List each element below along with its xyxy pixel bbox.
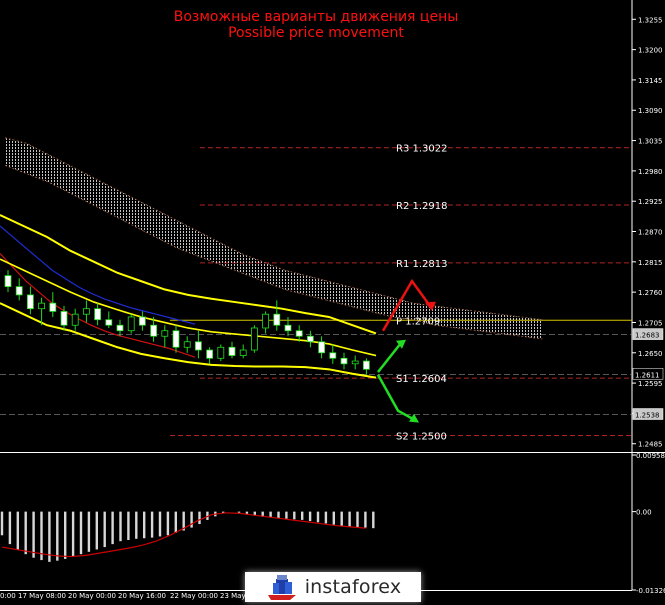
- candle-body: [194, 341, 202, 351]
- price-tick-label: 1.2980: [638, 168, 663, 176]
- candle-body: [71, 313, 79, 326]
- candle-body: [150, 324, 158, 337]
- price-tick-label: 1.2650: [638, 350, 663, 358]
- logo-text: instaforex: [304, 576, 402, 598]
- candle-body: [284, 324, 292, 332]
- price-tick-label: 1.3035: [638, 138, 663, 146]
- candle-body: [228, 346, 236, 356]
- candle-body: [250, 327, 258, 351]
- price-tick-label: 1.2485: [638, 441, 663, 449]
- scenario-arrow-green-up: [377, 340, 403, 373]
- price-tag-label: 1.2538: [635, 412, 660, 420]
- ichimoku-span-a: [4, 137, 543, 321]
- time-label: 20 May 16:00: [118, 592, 166, 600]
- level-label-r1: R1 1.2813: [396, 259, 447, 270]
- candle-body: [329, 352, 337, 359]
- candle-body: [4, 275, 12, 288]
- candle-body: [273, 313, 281, 326]
- candle-body: [26, 294, 34, 310]
- price-chart: 1.3255 1.3200 1.3145 1.3090 1.3035 1.2980 1.29…: [0, 0, 665, 600]
- instaforex-logo-icon: [267, 575, 296, 600]
- candle-body: [217, 346, 225, 359]
- macd-tick-label: -0.01326: [636, 587, 665, 595]
- price-tag-label: 1.2683: [635, 332, 660, 340]
- price-tick-label: 1.3200: [638, 47, 663, 55]
- candle-body: [49, 302, 57, 312]
- bollinger-lower: [0, 302, 377, 379]
- price-tick-label: 1.2870: [638, 229, 663, 237]
- candle-body: [138, 316, 146, 326]
- candle-body: [38, 302, 45, 310]
- candle-body: [116, 324, 124, 332]
- candle-body: [83, 308, 90, 315]
- time-label: 22 May 00:00: [170, 592, 218, 600]
- candle-body: [161, 330, 169, 337]
- macd-tick-label: 0.00958: [636, 452, 665, 460]
- price-tick-label: 1.3145: [638, 77, 663, 85]
- time-label-first: 0:00: [0, 592, 16, 600]
- time-label: 20 May 00:00: [68, 592, 116, 600]
- price-tick-label: 1.2815: [638, 259, 663, 267]
- candle-body: [306, 335, 314, 343]
- macd-tick-label: 0.00: [636, 509, 652, 517]
- candle-body: [295, 330, 303, 337]
- time-label: 17 May 08:00: [18, 592, 66, 600]
- candle-body: [172, 330, 180, 348]
- candle-body: [239, 349, 247, 356]
- candle-body: [105, 319, 113, 326]
- candle-body: [60, 311, 68, 326]
- candle-body: [15, 286, 23, 296]
- instaforex-logo: instaforex: [245, 572, 421, 602]
- candle-body: [206, 349, 214, 359]
- price-tick-label: 1.3090: [638, 107, 663, 115]
- candle-body: [262, 313, 270, 329]
- candle-body: [183, 341, 191, 348]
- price-tick-label: 1.2705: [638, 319, 663, 327]
- chart-title-en: Possible price movement: [228, 25, 404, 41]
- level-label-r3: R3 1.3022: [396, 144, 447, 155]
- level-label-s2: S2 1.2500: [396, 431, 447, 442]
- candle-body: [340, 357, 348, 365]
- chart-title-ru: Возможные варианты движения цены: [173, 9, 459, 25]
- candle-body: [127, 316, 135, 332]
- candle-body: [94, 308, 101, 321]
- candle-body: [362, 360, 370, 370]
- level-label-r2: R2 1.2918: [396, 201, 447, 212]
- level-label-s1: S1 1.2604: [396, 374, 447, 385]
- candle-body: [318, 341, 326, 354]
- price-tick-label: 1.2595: [638, 380, 663, 388]
- candle-body: [351, 360, 359, 365]
- price-tick-label: 1.3255: [638, 16, 663, 24]
- price-tag-label: 1.2611: [635, 371, 660, 379]
- price-tick-label: 1.2760: [638, 289, 663, 297]
- price-tick-label: 1.2925: [638, 198, 663, 206]
